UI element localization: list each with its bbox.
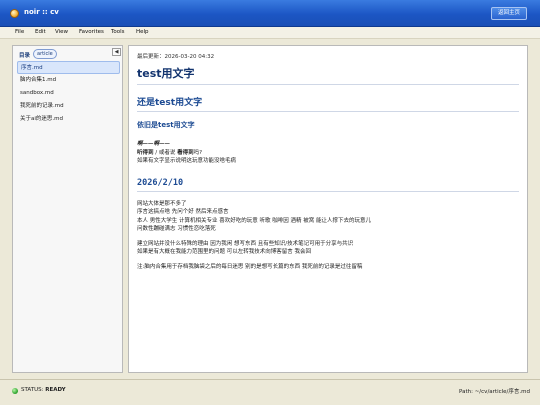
content-pane: 最后更新：2026-03-20 04:32 test用文字 还是test用文字 … [128,45,528,373]
sidebar-heading: 目录 [19,53,31,59]
status-indicator-icon [12,388,18,394]
doc-line-1: 啊——啊—— [137,141,171,147]
doc-line-2: 听得到 / 或者说 看得到吗? [137,149,519,158]
date-heading: 2026/2/10 [137,178,519,192]
menu-favorites[interactable]: Favorites [79,29,104,35]
para-2-line-2: 如果是有大概在我能力范围里的问题 可以左转我技术向博客留言 我会回 [137,249,311,255]
text-bold-1: 听得到 [137,149,154,156]
para-2-line-1: 建立网站并没什么特殊的理由 因为我闲 想写东西 且有些知识/技术笔记可用于分享与… [137,240,354,247]
status-path: Path: ~/cv/article/序言.md [459,389,530,395]
text-suffix: 吗? [193,149,203,156]
app-icon [10,9,19,18]
doc-heading-1: test用文字 [137,65,519,85]
sidebar: 目录 article ◀ 序言.md 脑内合集1.md sandbox.md 我… [12,45,123,373]
status-bar: STATUS: READY Path: ~/cv/article/序言.md [0,379,540,405]
collapse-sidebar-button[interactable]: ◀ [112,48,121,56]
menu-file[interactable]: File [15,29,24,35]
file-item-record[interactable]: 我死前的记录.md [17,100,120,113]
status-label: STATUS: [21,387,44,393]
document: 最后更新：2026-03-20 04:32 test用文字 还是test用文字 … [137,52,519,271]
doc-line-3: 如果有文字显示说明这玩意功能没啥毛病 [137,158,237,164]
category-tag[interactable]: article [33,49,57,59]
file-item-ai[interactable]: 关于ai的迷思.md [17,113,120,126]
menu-help[interactable]: Help [136,29,149,35]
file-item-xuyan[interactable]: 序言.md [17,61,120,74]
home-button[interactable]: 返回主页 [490,7,527,20]
status-text: STATUS: READY [21,387,66,393]
status-value: READY [45,387,66,393]
last-updated: 最后更新：2026-03-20 04:32 [137,54,215,60]
file-item-naonei[interactable]: 脑内合集1.md [17,74,120,87]
title-bar: noir :: cv 返回主页 [0,0,540,27]
menu-tools[interactable]: Tools [111,29,125,35]
doc-heading-2: 还是test用文字 [137,95,519,112]
menu-bar: File Edit View Favorites Tools Help [0,27,540,39]
text-plain: / 或者说 [153,149,178,156]
para-1-line-1: 网站大体是那不多了 [137,200,187,207]
doc-heading-3: 依旧是test用文字 [137,121,195,129]
file-item-sandbox[interactable]: sandbox.md [17,87,120,100]
text-bold-2: 看得到 [177,149,194,156]
menu-view[interactable]: View [55,29,68,35]
file-list: 序言.md 脑内合集1.md sandbox.md 我死前的记录.md 关于ai… [17,61,120,126]
window-title: noir :: cv [24,8,59,16]
para-1-line-2: 序言这搞点啥 先问个好 然后来点感言 [137,209,229,215]
note-line: 注:脑内合集用于存档我脑袋之后的每日迷思 别的是想写长篇的东西 我死前的记录是过… [137,263,363,270]
para-1-line-4: 问数性蹦碰满志 习惯性恋吃落死 [137,226,216,232]
menu-edit[interactable]: Edit [35,29,46,35]
para-1-line-3: 本人 男性大学生 计算机相关专业 喜欢好吃的玩意 听歌 咖啡因 酒精 被窝 能让… [137,217,371,224]
